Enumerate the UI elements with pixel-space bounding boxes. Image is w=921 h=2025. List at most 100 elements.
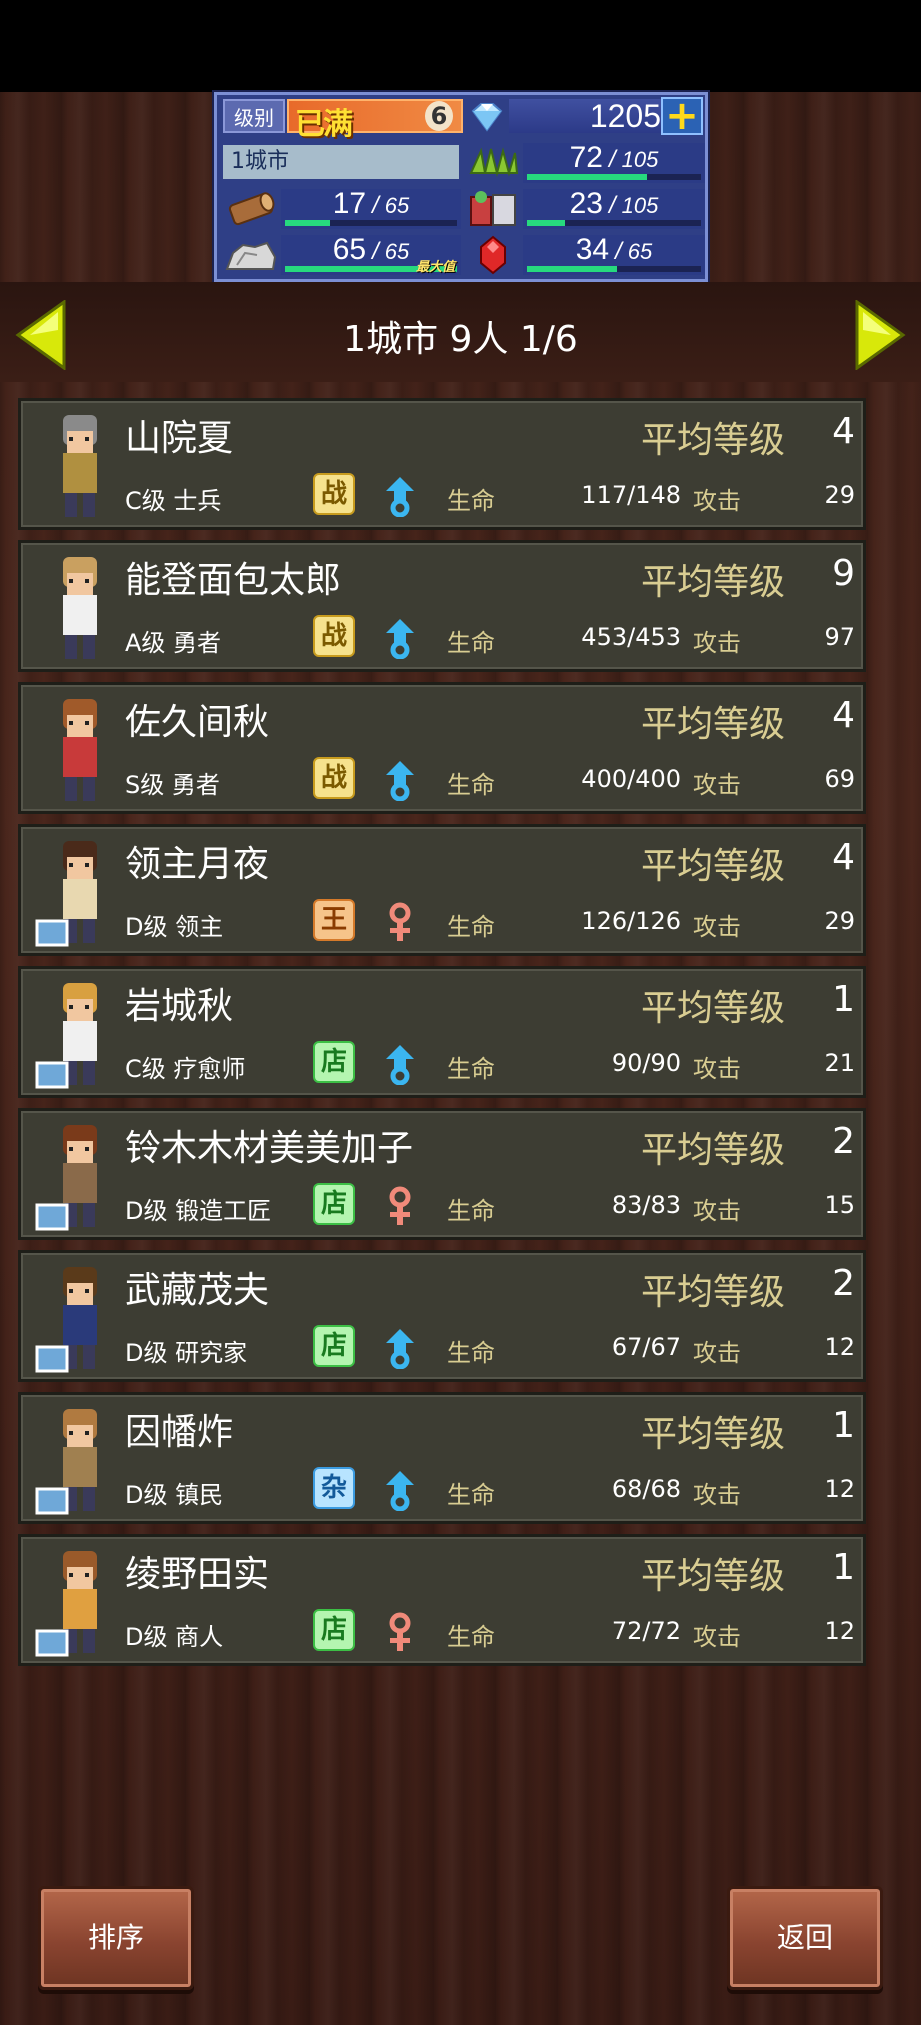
character-avatar-icon <box>63 699 97 801</box>
male-icon <box>386 619 414 659</box>
character-name: 武藏茂夫 <box>125 1270 270 1311</box>
goods-icon <box>470 191 516 226</box>
job-badge: 店 <box>313 1041 355 1083</box>
hp-value: 126/126 <box>581 907 681 935</box>
job-badge: 店 <box>313 1183 355 1225</box>
job-badge: 店 <box>313 1325 355 1367</box>
gem-count: 1205 <box>509 99 669 133</box>
avg-level-label: 平均等级 <box>640 420 785 461</box>
character-card[interactable]: 岩城秋 平均等级 1 C级 疗愈师 店 生命 90/90 攻击 21 <box>18 966 866 1098</box>
hp-label: 生命 <box>447 629 495 657</box>
character-card[interactable]: 铃木木材美美加子 平均等级 2 D级 锻造工匠 店 生命 83/83 攻击 15 <box>18 1108 866 1240</box>
male-icon <box>386 1045 414 1085</box>
female-icon <box>389 902 411 941</box>
character-name: 能登面包太郎 <box>125 560 342 601</box>
status-bar <box>0 0 921 92</box>
attack-value: 69 <box>824 765 855 793</box>
avg-level-label: 平均等级 <box>640 1272 785 1313</box>
level-box: 已满 6 <box>287 99 463 142</box>
character-card[interactable]: 山院夏 平均等级 4 C级 士兵 战 生命 117/148 攻击 29 <box>18 398 866 530</box>
back-button[interactable]: 返回 <box>727 1886 883 1990</box>
character-class: D级 锻造工匠 <box>125 1197 272 1225</box>
attack-label: 攻击 <box>693 1623 741 1651</box>
avg-level-value: 1 <box>832 1405 855 1446</box>
female-icon <box>389 1186 411 1225</box>
goods-fill <box>527 220 566 226</box>
male-icon <box>386 477 414 517</box>
character-card[interactable]: 绫野田实 平均等级 1 D级 商人 店 生命 72/72 攻击 12 <box>18 1534 866 1666</box>
character-avatar-icon <box>35 1267 97 1373</box>
character-card[interactable]: 因幡炸 平均等级 1 D级 镇民 杂 生命 68/68 攻击 12 <box>18 1392 866 1524</box>
character-class: D级 镇民 <box>125 1481 224 1509</box>
character-name: 佐久间秋 <box>125 702 270 743</box>
character-name: 岩城秋 <box>125 986 234 1027</box>
sort-button[interactable]: 排序 <box>38 1886 194 1990</box>
job-badge: 战 <box>313 615 355 657</box>
avg-level-value: 1 <box>832 1547 855 1588</box>
avg-level-label: 平均等级 <box>640 988 785 1029</box>
character-class: C级 疗愈师 <box>125 1055 246 1083</box>
wood-fill <box>285 220 330 226</box>
hp-value: 83/83 <box>611 1191 681 1219</box>
food-grass-icon <box>469 147 519 177</box>
avg-level-value: 2 <box>832 1121 855 1162</box>
character-avatar-icon <box>63 415 97 517</box>
male-icon <box>386 1471 414 1511</box>
avg-level-label: 平均等级 <box>640 1130 785 1171</box>
ruby-fill <box>527 266 618 272</box>
job-badge: 店 <box>313 1609 355 1651</box>
avg-level-label: 平均等级 <box>640 1556 785 1597</box>
hp-label: 生命 <box>447 1339 495 1367</box>
character-class: D级 领主 <box>125 913 224 941</box>
level-label: 级别 <box>223 99 285 133</box>
attack-value: 12 <box>824 1333 855 1361</box>
character-avatar-icon <box>63 557 97 659</box>
wood-meter: 17/65 <box>281 187 461 229</box>
character-class: D级 研究家 <box>125 1339 248 1367</box>
character-card[interactable]: 领主月夜 平均等级 4 D级 领主 王 生命 126/126 攻击 29 <box>18 824 866 956</box>
character-class: C级 士兵 <box>125 487 222 515</box>
character-avatar-icon <box>35 1551 97 1657</box>
female-icon <box>389 1612 411 1651</box>
wood-log-icon <box>228 192 275 226</box>
avg-level-label: 平均等级 <box>640 846 785 887</box>
hp-label: 生命 <box>447 487 495 515</box>
character-card[interactable]: 佐久间秋 平均等级 4 S级 勇者 战 生命 400/400 攻击 69 <box>18 682 866 814</box>
ore-rock-icon <box>225 241 277 270</box>
attack-value: 21 <box>824 1049 855 1077</box>
hp-value: 117/148 <box>581 481 681 509</box>
ore-meter: 65/65 最大值 <box>281 233 461 275</box>
attack-value: 12 <box>824 1617 855 1645</box>
male-icon <box>386 1329 414 1369</box>
avg-level-value: 1 <box>832 979 855 1020</box>
attack-value: 15 <box>824 1191 855 1219</box>
character-avatar-icon <box>35 983 97 1089</box>
buy-gems-button[interactable]: + <box>661 96 703 136</box>
attack-label: 攻击 <box>693 771 741 799</box>
character-avatar-icon <box>35 1409 97 1515</box>
attack-value: 12 <box>824 1475 855 1503</box>
avg-level-value: 4 <box>832 695 855 736</box>
job-badge: 战 <box>313 473 355 515</box>
character-list: 山院夏 平均等级 4 C级 士兵 战 生命 117/148 攻击 29 能登面包… <box>18 398 866 1676</box>
character-class: A级 勇者 <box>125 629 222 657</box>
character-name: 山院夏 <box>125 418 234 459</box>
character-card[interactable]: 能登面包太郎 平均等级 9 A级 勇者 战 生命 453/453 攻击 97 <box>18 540 866 672</box>
goods-meter: 23/105 <box>523 187 705 229</box>
avg-level-value: 4 <box>832 837 855 878</box>
hp-value: 68/68 <box>611 1475 681 1503</box>
ruby-icon <box>480 235 506 275</box>
character-class: S级 勇者 <box>125 771 220 799</box>
character-card[interactable]: 武藏茂夫 平均等级 2 D级 研究家 店 生命 67/67 攻击 12 <box>18 1250 866 1382</box>
attack-value: 29 <box>824 481 855 509</box>
job-badge: 王 <box>313 899 355 941</box>
character-name: 铃木木材美美加子 <box>125 1128 414 1169</box>
avg-level-label: 平均等级 <box>640 562 785 603</box>
attack-label: 攻击 <box>693 913 741 941</box>
diamond-icon <box>471 103 503 132</box>
hp-value: 67/67 <box>611 1333 681 1361</box>
hp-label: 生命 <box>447 771 495 799</box>
character-name: 因幡炸 <box>125 1412 234 1453</box>
attack-value: 29 <box>824 907 855 935</box>
character-avatar-icon <box>35 1125 97 1231</box>
